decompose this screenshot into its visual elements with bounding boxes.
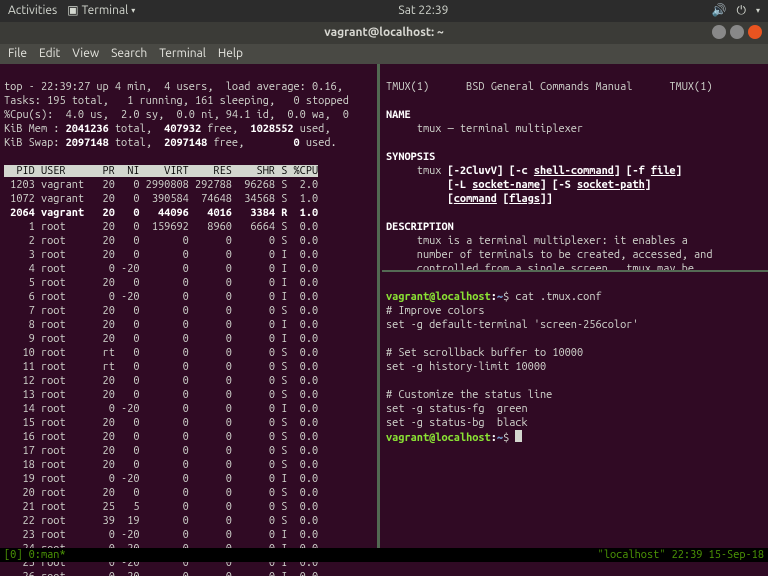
table-row: 2064 vagrant 20 0 44096 4016 3384 R 1.0	[4, 207, 318, 219]
menu-terminal[interactable]: Terminal	[159, 47, 206, 61]
table-row: 18 root 20 0 0 0 0 S 0.0	[4, 459, 318, 471]
minimize-button[interactable]	[712, 25, 726, 39]
clock[interactable]: Sat 22:39	[135, 4, 711, 18]
menu-view[interactable]: View	[72, 47, 99, 61]
shell-output: vagrant@localhost:~$ cat .tmux.conf # Im…	[386, 290, 764, 445]
top-output: top - 22:39:27 up 4 min, 4 users, load a…	[4, 80, 372, 576]
table-row: 9 root 20 0 0 0 0 I 0.0	[4, 333, 318, 345]
table-row: 19 root 0 -20 0 0 0 I 0.0	[4, 473, 318, 485]
table-row: 5 root 20 0 0 0 0 I 0.0	[4, 277, 318, 289]
table-row: 10 root rt 0 0 0 0 S 0.0	[4, 347, 318, 359]
table-row: 8 root 20 0 0 0 0 I 0.0	[4, 319, 318, 331]
tmux-status-right: "localhost" 22:39 15-Sep-18	[598, 548, 764, 562]
window-title: vagrant@localhost: ~	[324, 26, 443, 40]
terminal-area[interactable]: top - 22:39:27 up 4 min, 4 users, load a…	[0, 64, 768, 562]
table-row: 20 root 20 0 0 0 0 S 0.0	[4, 487, 318, 499]
table-row: 6 root 0 -20 0 0 0 I 0.0	[4, 291, 318, 303]
tmux-pane-man[interactable]: TMUX(1) BSD General Commands Manual TMUX…	[382, 64, 768, 270]
menu-help[interactable]: Help	[218, 47, 243, 61]
close-button[interactable]	[748, 25, 762, 39]
cursor-icon	[515, 430, 522, 442]
tmux-status-bar: [0] 0:man* "localhost" 22:39 15-Sep-18	[0, 548, 768, 562]
tmux-pane-shell[interactable]: vagrant@localhost:~$ cat .tmux.conf # Im…	[382, 274, 768, 548]
table-row: 1 root 20 0 159692 8960 6664 S 0.0	[4, 221, 318, 233]
pane-divider-horizontal[interactable]	[382, 270, 768, 272]
table-row: 1203 vagrant 20 0 2990808 292788 96268 S…	[4, 179, 318, 191]
menu-file[interactable]: File	[8, 47, 27, 61]
sound-icon[interactable]: 🔊	[712, 4, 727, 18]
table-row: 3 root 20 0 0 0 0 I 0.0	[4, 249, 318, 261]
table-row: 1072 vagrant 20 0 390584 74648 34568 S 1…	[4, 193, 318, 205]
activities-button[interactable]: Activities	[8, 4, 57, 18]
table-row: 2 root 20 0 0 0 0 S 0.0	[4, 235, 318, 247]
window-title-bar: vagrant@localhost: ~	[0, 22, 768, 44]
tmux-pane-top[interactable]: top - 22:39:27 up 4 min, 4 users, load a…	[0, 64, 376, 548]
table-row: 7 root 20 0 0 0 0 S 0.0	[4, 305, 318, 317]
table-row: 12 root 20 0 0 0 0 S 0.0	[4, 375, 318, 387]
table-row: 26 root 0 -20 0 0 0 I 0.0	[4, 571, 318, 576]
app-menu[interactable]: ▣ Terminal ▾	[67, 4, 135, 18]
table-row: 13 root 20 0 0 0 0 S 0.0	[4, 389, 318, 401]
table-row: 17 root 20 0 0 0 0 S 0.0	[4, 445, 318, 457]
pane-divider-vertical[interactable]	[377, 64, 380, 548]
table-row: 21 root 25 5 0 0 0 S 0.0	[4, 501, 318, 513]
table-row: 15 root 20 0 0 0 0 S 0.0	[4, 417, 318, 429]
gnome-top-bar: Activities ▣ Terminal ▾ Sat 22:39 🔊 ⏻ ▾	[0, 0, 768, 22]
menu-bar: File Edit View Search Terminal Help	[0, 44, 768, 64]
top-header: PID USER PR NI VIRT RES SHR S %CPU	[4, 165, 318, 177]
tmux-status-left: [0] 0:man*	[4, 548, 66, 562]
menu-search[interactable]: Search	[111, 47, 147, 61]
table-row: 14 root 0 -20 0 0 0 I 0.0	[4, 403, 318, 415]
chevron-down-icon[interactable]: ▾	[756, 4, 760, 18]
menu-edit[interactable]: Edit	[39, 47, 60, 61]
terminal-icon: ▣	[67, 4, 78, 18]
power-icon[interactable]: ⏻	[736, 4, 746, 18]
table-row: 11 root rt 0 0 0 0 S 0.0	[4, 361, 318, 373]
man-output: TMUX(1) BSD General Commands Manual TMUX…	[386, 80, 764, 270]
table-row: 22 root 39 19 0 0 0 S 0.0	[4, 515, 318, 527]
table-row: 16 root 20 0 0 0 0 S 0.0	[4, 431, 318, 443]
table-row: 4 root 0 -20 0 0 0 I 0.0	[4, 263, 318, 275]
maximize-button[interactable]	[730, 25, 744, 39]
table-row: 23 root 0 -20 0 0 0 I 0.0	[4, 529, 318, 541]
